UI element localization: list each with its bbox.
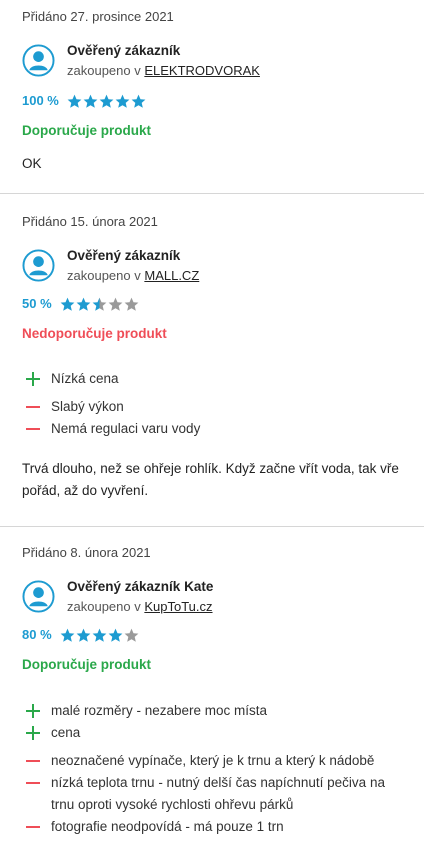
purchase-prefix: zakoupeno v — [67, 62, 141, 78]
star-empty-icon — [108, 297, 123, 311]
plus-icon — [26, 700, 40, 722]
star-filled-icon — [60, 297, 75, 311]
con-text: Slabý výkon — [51, 399, 124, 414]
user-avatar-icon — [22, 44, 55, 77]
con-text: fotografie neodpovídá - má pouze 1 trn — [51, 819, 284, 834]
rating-stars — [67, 94, 147, 109]
rating: 80 % — [22, 627, 140, 644]
review-date: Přidáno 15. února 2021 — [22, 214, 158, 229]
star-filled-icon — [76, 297, 91, 311]
cons-list: neoznačené vypínače, který je k trnu a k… — [22, 750, 408, 838]
minus-icon — [26, 772, 40, 794]
con-text: neoznačené vypínače, který je k trnu a k… — [51, 753, 375, 768]
review-author: Ověřený zákazník Kate zakoupeno v KupToT… — [22, 578, 213, 615]
cons-list: Slabý výkon Nemá regulaci varu vody — [22, 396, 408, 440]
con-item: neoznačené vypínače, který je k trnu a k… — [22, 750, 408, 772]
star-filled-icon — [131, 94, 146, 108]
author-name: Ověřený zákazník — [67, 43, 181, 58]
recommendation-verdict: Nedoporučuje produkt — [22, 326, 167, 341]
rating-percent: 80 % — [22, 627, 52, 642]
user-avatar-icon — [22, 249, 55, 282]
purchase-prefix: zakoupeno v — [67, 267, 141, 283]
star-filled-icon — [67, 94, 82, 108]
recommendation-verdict: Doporučuje produkt — [22, 123, 151, 138]
star-filled-icon — [60, 628, 75, 642]
rating: 100 % — [22, 93, 147, 110]
purchase-source: zakoupeno v ELEKTRODVORAK — [67, 63, 260, 80]
minus-icon — [26, 418, 40, 440]
shop-link[interactable]: MALL.CZ — [144, 268, 199, 283]
con-item: nízká teplota trnu - nutný delší čas nap… — [22, 772, 408, 816]
pro-text: Nízká cena — [51, 371, 119, 386]
pros-list: malé rozměry - nezabere moc místa cena — [22, 700, 408, 744]
minus-icon — [26, 816, 40, 838]
con-item: Slabý výkon — [22, 396, 408, 418]
purchase-source: zakoupeno v MALL.CZ — [67, 268, 199, 285]
minus-icon — [26, 396, 40, 418]
author-name: Ověřený zákazník — [67, 248, 181, 263]
review-text: Trvá dlouho, než se ohřeje rohlík. Když … — [22, 461, 399, 498]
pros-list: Nízká cena — [22, 368, 408, 390]
review-text: OK — [22, 156, 42, 171]
shop-link[interactable]: ELEKTRODVORAK — [144, 63, 260, 78]
star-empty-icon — [124, 628, 139, 642]
review-date: Přidáno 8. února 2021 — [22, 545, 151, 560]
review-author: Ověřený zákazník zakoupeno v MALL.CZ — [22, 247, 199, 284]
review-3: Přidáno 8. února 2021 Ověřený zákazník K… — [0, 526, 424, 846]
rating: 50 % — [22, 296, 140, 313]
star-filled-icon — [83, 94, 98, 108]
rating-percent: 100 % — [22, 93, 59, 108]
purchase-source: zakoupeno v KupToTu.cz — [67, 599, 213, 616]
con-item: Nemá regulaci varu vody — [22, 418, 408, 440]
user-avatar-icon — [22, 580, 55, 613]
review-author: Ověřený zákazník zakoupeno v ELEKTRODVOR… — [22, 42, 260, 79]
pro-text: cena — [51, 725, 81, 740]
star-empty-icon — [124, 297, 139, 311]
plus-icon — [26, 722, 40, 744]
review-2: Přidáno 15. února 2021 Ověřený zákazník … — [0, 193, 424, 526]
star-filled-icon — [92, 628, 107, 642]
con-item: fotografie neodpovídá - má pouze 1 trn — [22, 816, 408, 838]
shop-link[interactable]: KupToTu.cz — [144, 599, 212, 614]
pro-text: malé rozměry - nezabere moc místa — [51, 703, 268, 718]
con-text: Nemá regulaci varu vody — [51, 421, 201, 436]
star-filled-icon — [108, 628, 123, 642]
pro-item: malé rozměry - nezabere moc místa — [22, 700, 408, 722]
con-text: nízká teplota trnu - nutný delší čas nap… — [51, 775, 385, 812]
rating-stars — [60, 628, 140, 643]
review-date: Přidáno 27. prosince 2021 — [22, 9, 174, 24]
star-half-icon — [92, 297, 107, 311]
star-filled-icon — [76, 628, 91, 642]
review-1: Přidáno 27. prosince 2021 Ověřený zákazn… — [0, 0, 424, 193]
pro-item: cena — [22, 722, 408, 744]
rating-stars — [60, 297, 140, 312]
minus-icon — [26, 750, 40, 772]
star-filled-icon — [99, 94, 114, 108]
plus-icon — [26, 368, 40, 390]
recommendation-verdict: Doporučuje produkt — [22, 657, 151, 672]
pro-item: Nízká cena — [22, 368, 408, 390]
author-name: Ověřený zákazník Kate — [67, 579, 214, 594]
purchase-prefix: zakoupeno v — [67, 598, 141, 614]
star-filled-icon — [115, 94, 130, 108]
rating-percent: 50 % — [22, 296, 52, 311]
